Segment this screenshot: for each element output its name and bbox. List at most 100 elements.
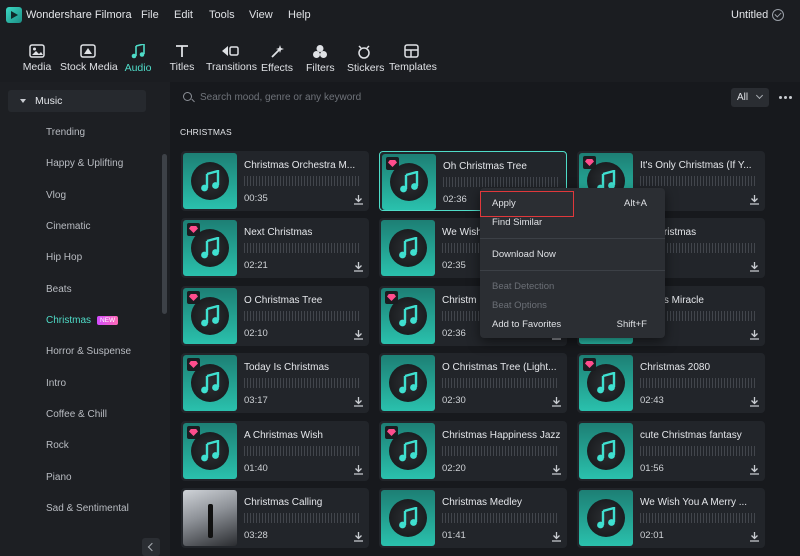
sidebar-item-horror-suspense[interactable]: Horror & Suspense	[46, 346, 131, 357]
download-icon[interactable]	[353, 529, 364, 542]
premium-gem-icon	[187, 223, 200, 236]
track-title: Christmas 2080	[640, 362, 711, 373]
track-card[interactable]: O Christmas Tree (Light... 02:30	[379, 353, 567, 413]
track-title: Christmas Orchestra M...	[244, 160, 356, 171]
download-icon[interactable]	[353, 192, 364, 205]
tab-templates[interactable]: Templates	[389, 36, 437, 80]
sidebar-item-piano[interactable]: Piano	[46, 472, 72, 483]
download-icon[interactable]	[749, 327, 760, 340]
track-duration: 02:36	[442, 328, 466, 339]
track-card[interactable]: We Wish You A Merry ... 02:01	[577, 488, 765, 548]
filter-dropdown[interactable]: All	[731, 88, 769, 107]
download-icon[interactable]	[749, 462, 760, 475]
sidebar-item-happy-uplifting[interactable]: Happy & Uplifting	[46, 158, 123, 169]
track-duration: 02:20	[442, 463, 466, 474]
track-card[interactable]: Christmas Calling 03:28	[181, 488, 369, 548]
tab-transitions[interactable]: Transitions	[206, 36, 257, 80]
download-icon[interactable]	[353, 394, 364, 407]
track-title: O Christmas Tree	[244, 295, 323, 306]
track-duration: 01:41	[442, 530, 466, 541]
menu-help[interactable]: Help	[288, 9, 311, 21]
tab-filters-label: Filters	[306, 62, 335, 74]
download-icon[interactable]	[551, 462, 562, 475]
track-card[interactable]: Christmas Happiness Jazz 02:20	[379, 421, 567, 481]
sidebar-item-beats[interactable]: Beats	[46, 284, 72, 295]
titles-icon	[176, 45, 188, 57]
search-input[interactable]	[200, 88, 500, 106]
waveform	[244, 176, 360, 186]
menu-add-to-favorites-label: Add to Favorites	[492, 319, 562, 330]
track-thumbnail	[381, 220, 435, 276]
tab-stickers[interactable]: Stickers	[347, 36, 384, 80]
waveform	[640, 378, 756, 388]
waveform	[244, 446, 360, 456]
waveform	[443, 177, 559, 187]
sidebar-scrollbar[interactable]	[162, 154, 167, 314]
sidebar-item-intro[interactable]: Intro	[46, 378, 66, 389]
sidebar-item-rock[interactable]: Rock	[46, 440, 69, 451]
collapse-triangle-icon	[20, 99, 26, 103]
track-card[interactable]: Today Is Christmas 03:17	[181, 353, 369, 413]
waveform	[244, 513, 360, 523]
premium-gem-icon	[385, 426, 398, 439]
sidebar-item-cinematic[interactable]: Cinematic	[46, 221, 90, 232]
menu-add-to-favorites[interactable]: Add to Favorites Shift+F	[480, 316, 665, 334]
menu-tools[interactable]: Tools	[209, 9, 235, 21]
sidebar-item-coffee-chill[interactable]: Coffee & Chill	[46, 409, 107, 420]
menu-download-now[interactable]: Download Now	[480, 246, 665, 264]
menu-edit[interactable]: Edit	[174, 9, 193, 21]
tab-transitions-label: Transitions	[206, 61, 257, 73]
music-note-icon	[398, 439, 418, 467]
track-card[interactable]: O Christmas Tree 02:10	[181, 286, 369, 346]
tab-audio-label: Audio	[124, 62, 152, 74]
music-note-icon	[398, 236, 418, 264]
track-title: Next Christmas	[244, 227, 313, 238]
download-icon[interactable]	[551, 529, 562, 542]
track-card[interactable]: Next Christmas 02:21	[181, 218, 369, 278]
tab-media-label: Media	[22, 61, 52, 73]
tab-stock-media[interactable]: Stock Media	[60, 36, 118, 80]
track-card[interactable]: Christmas 2080 02:43	[577, 353, 765, 413]
music-note-icon	[398, 304, 418, 332]
track-card[interactable]: A Christmas Wish 01:40	[181, 421, 369, 481]
filmora-logo-icon	[6, 7, 22, 23]
music-category-header[interactable]: Music	[8, 90, 146, 112]
sidebar-item-christmas[interactable]: Christmas NEW	[46, 315, 119, 326]
menu-view[interactable]: View	[249, 9, 273, 21]
tab-effects[interactable]: Effects	[261, 36, 293, 80]
menu-file[interactable]: File	[141, 9, 159, 21]
asset-toolbar: Media Stock Media Audio Titles Transitio…	[0, 32, 800, 82]
download-icon[interactable]	[749, 192, 760, 205]
waveform	[640, 446, 756, 456]
track-card[interactable]: cute Christmas fantasy 01:56	[577, 421, 765, 481]
sidebar-item-hip-hop[interactable]: Hip Hop	[46, 252, 82, 263]
music-note-icon	[200, 439, 220, 467]
tab-filters[interactable]: Filters	[306, 36, 335, 80]
tab-titles[interactable]: Titles	[169, 36, 195, 80]
more-options-button[interactable]	[779, 96, 793, 100]
download-icon[interactable]	[353, 462, 364, 475]
track-thumbnail	[579, 490, 633, 546]
menu-beat-options-label: Beat Options	[492, 300, 547, 311]
download-icon[interactable]	[749, 529, 760, 542]
sidebar-item-vlog[interactable]: Vlog	[46, 190, 66, 201]
stickers-icon	[358, 45, 370, 59]
sidebar-item-sad-sentimental[interactable]: Sad & Sentimental	[46, 503, 129, 514]
waveform	[640, 513, 756, 523]
sidebar-item-christmas-label: Christmas	[46, 315, 92, 326]
tab-audio[interactable]: Audio	[123, 36, 153, 80]
download-icon[interactable]	[353, 259, 364, 272]
tab-media[interactable]: Media	[20, 36, 54, 80]
track-card[interactable]: Christmas Medley 01:41	[379, 488, 567, 548]
download-icon[interactable]	[749, 259, 760, 272]
collapse-sidebar-button[interactable]	[142, 538, 160, 556]
track-title: It's Only Christmas (If Y...	[640, 160, 752, 171]
download-icon[interactable]	[551, 394, 562, 407]
menu-beat-options: Beat Options	[480, 297, 665, 315]
music-note-icon	[200, 371, 220, 399]
download-icon[interactable]	[353, 327, 364, 340]
track-thumbnail	[381, 355, 435, 411]
download-icon[interactable]	[749, 394, 760, 407]
track-card[interactable]: Christmas Orchestra M... 00:35	[181, 151, 369, 211]
sidebar-item-trending[interactable]: Trending	[46, 127, 85, 138]
